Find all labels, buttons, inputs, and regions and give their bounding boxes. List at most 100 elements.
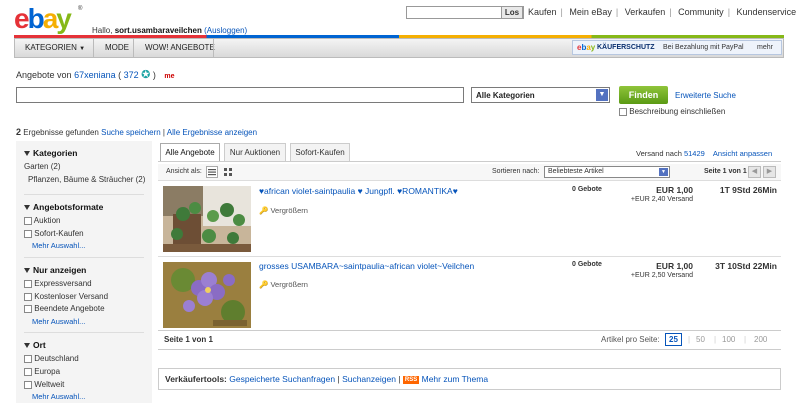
bid-count: 0 Gebote	[572, 186, 602, 193]
filter-sofort-kaufen[interactable]: Sofort-Kaufen	[24, 229, 84, 238]
kaeuferschutz-banner[interactable]: ebay KÄUFERSCHUTZ Bei Bezahlung mit PayP…	[572, 40, 782, 55]
nav-kundenservice[interactable]: Kundenservice	[737, 7, 797, 17]
grid-view-icon[interactable]	[223, 167, 233, 179]
seller-tools-bar: Verkäufertools: Gespeicherte Suchanfrage…	[158, 368, 781, 390]
anzeigen-more-link[interactable]: Mehr Auswahl...	[32, 317, 85, 326]
ebay-logo[interactable]: ebay ®	[14, 3, 84, 34]
per-page-100[interactable]: 100	[722, 335, 735, 344]
view-label: Ansicht als:	[166, 168, 202, 175]
shipping-location: Versand nach 51429 Ansicht anpassen	[636, 149, 773, 158]
category-select[interactable]: Alle Kategorien ▼	[471, 87, 610, 103]
filter-kostenloser-versand[interactable]: Kostenloser Versand	[24, 292, 108, 301]
ort-more-link[interactable]: Mehr Auswahl...	[32, 392, 85, 401]
star-icon: ✪	[141, 69, 151, 81]
key-icon: 🔑	[259, 280, 269, 289]
kaeuferschutz-text: Bei Bezahlung mit PayPal	[663, 44, 744, 51]
sidebar-anzeigen-heading[interactable]: Nur anzeigen	[24, 265, 86, 275]
filter-expressversand[interactable]: Expressversand	[24, 279, 92, 288]
main-search-input[interactable]	[16, 87, 464, 103]
page-indicator: Seite 1 von 1	[704, 168, 747, 175]
sidebar-cat-garten[interactable]: Garten (2)	[24, 162, 60, 171]
filter-weltweit[interactable]: Weltweit	[24, 380, 64, 389]
page-summary: Seite 1 von 1	[164, 335, 213, 344]
nav-kaufen[interactable]: Kaufen	[528, 7, 557, 17]
row-divider	[158, 256, 781, 257]
time-left: 1T 9Std 26Min	[719, 185, 777, 195]
nav-verkaufen[interactable]: Verkaufen	[625, 7, 666, 17]
adjust-view-link[interactable]: Ansicht anpassen	[713, 149, 772, 158]
formate-more-link[interactable]: Mehr Auswahl...	[32, 241, 85, 250]
chevron-down-icon: ▼	[659, 168, 668, 176]
logout-link[interactable]: (Ausloggen)	[204, 26, 247, 35]
per-page-50[interactable]: 50	[696, 335, 705, 344]
svg-text:ebay: ebay	[14, 4, 72, 34]
pagination-bar: Seite 1 von 1 Artikel pro Seite: 25 | 50…	[158, 330, 781, 350]
chevron-down-icon: ▼	[596, 89, 608, 101]
bid-count: 0 Gebote	[572, 261, 602, 268]
listing-thumbnail[interactable]	[163, 186, 251, 252]
kaeuferschutz-logo: ebay	[577, 43, 596, 52]
filter-beendete-angebote[interactable]: Beendete Angebote	[24, 304, 105, 313]
more-topic-link[interactable]: Mehr zum Thema	[422, 374, 488, 384]
listing-title-link[interactable]: ♥african violet-saintpaulia ♥ Jungpfl. ♥…	[259, 186, 458, 196]
listing-title-link[interactable]: grosses USAMBARA~saintpaulia~african vio…	[259, 261, 474, 271]
per-page-200[interactable]: 200	[754, 335, 767, 344]
advanced-search-link[interactable]: Erweiterte Suche	[675, 91, 736, 100]
sidebar-kategorien-heading[interactable]: Kategorien	[24, 148, 77, 158]
tab-nur-auktionen[interactable]: Nur Auktionen	[224, 143, 286, 162]
key-icon: 🔑	[259, 206, 269, 215]
description-option: Beschreibung einschließen	[619, 107, 725, 116]
results-toolbar: Ansicht als: Sortieren nach: Beliebteste…	[158, 164, 781, 181]
time-left: 3T 10Std 22Min	[715, 261, 777, 271]
nav-mein-ebay[interactable]: Mein eBay	[569, 7, 612, 17]
list-view-icon[interactable]	[206, 166, 218, 178]
tab-sofort-kaufen[interactable]: Sofort-Kaufen	[290, 143, 350, 162]
zip-link[interactable]: 51429	[684, 149, 705, 158]
filter-auktion[interactable]: Auktion	[24, 216, 60, 225]
filter-deutschland[interactable]: Deutschland	[24, 354, 79, 363]
nav-community[interactable]: Community	[678, 7, 724, 17]
top-search-button[interactable]: Los	[501, 6, 523, 19]
listing-shipping: +EUR 2,50 Versand	[630, 272, 693, 279]
sidebar-ort-heading[interactable]: Ort	[24, 340, 46, 350]
seller-name-link[interactable]: 67xeniana	[74, 70, 116, 80]
listing-price: EUR 1,00	[656, 261, 693, 271]
tab-alle-angebote[interactable]: Alle Angebote	[160, 143, 220, 162]
sort-select[interactable]: Beliebteste Artikel ▼	[544, 166, 670, 178]
zoom-link[interactable]: 🔑 Vergrößern	[259, 280, 308, 289]
sort-label: Sortieren nach:	[492, 168, 540, 175]
zoom-link[interactable]: 🔑 Vergrößern	[259, 206, 308, 215]
sidebar-cat-pflanzen[interactable]: Pflanzen, Bäume & Sträucher (2)	[28, 175, 145, 184]
sidebar-formate-heading[interactable]: Angebotsformate	[24, 202, 103, 212]
search-ads-link[interactable]: Suchanzeigen	[342, 374, 396, 384]
filter-europa[interactable]: Europa	[24, 367, 60, 376]
per-page-25[interactable]: 25	[665, 333, 682, 346]
top-nav: Kaufen | Mein eBay | Verkaufen | Community |…	[528, 7, 797, 17]
rss-icon[interactable]: RSS	[402, 375, 420, 384]
listing-row: grosses USAMBARA~saintpaulia~african vio…	[158, 258, 781, 331]
description-checkbox[interactable]	[619, 107, 627, 116]
next-page-icon[interactable]: ▶	[763, 166, 776, 178]
feedback-score[interactable]: 372	[124, 70, 139, 80]
listing-row: ♥african violet-saintpaulia ♥ Jungpfl. ♥…	[158, 182, 781, 255]
saved-searches-link[interactable]: Gespeicherte Suchanfragen	[229, 374, 335, 384]
results-count: 2	[16, 127, 22, 137]
listing-price: EUR 1,00	[656, 185, 693, 195]
me-icon[interactable]: me	[164, 73, 174, 80]
greeting: Hallo, sort.usambaraveilchen (Ausloggen)	[92, 26, 248, 35]
results-summary: 2 Ergebnisse gefunden Suche speichern | …	[16, 127, 258, 137]
trademark: ®	[78, 6, 83, 12]
seller-tools-label: Verkäufertools:	[165, 374, 227, 384]
kaeuferschutz-more-link[interactable]: mehr	[757, 44, 773, 51]
listing-thumbnail[interactable]	[163, 262, 251, 328]
prev-page-icon[interactable]: ◀	[748, 166, 761, 178]
per-page-label: Artikel pro Seite:	[601, 335, 660, 344]
finden-button[interactable]: Finden	[619, 86, 668, 104]
all-results-link[interactable]: Alle Ergebnisse anzeigen	[167, 128, 257, 137]
save-search-link[interactable]: Suche speichern	[101, 128, 161, 137]
kaeuferschutz-label: KÄUFERSCHUTZ	[597, 44, 655, 51]
seller-line: Angebote von 67xeniana ( 372 ✪ ) me	[16, 69, 175, 81]
tab-divider	[158, 161, 781, 162]
username: sort.usambaraveilchen	[114, 26, 202, 35]
refine-sidebar: Kategorien Garten (2) Pflanzen, Bäume & …	[16, 141, 152, 403]
